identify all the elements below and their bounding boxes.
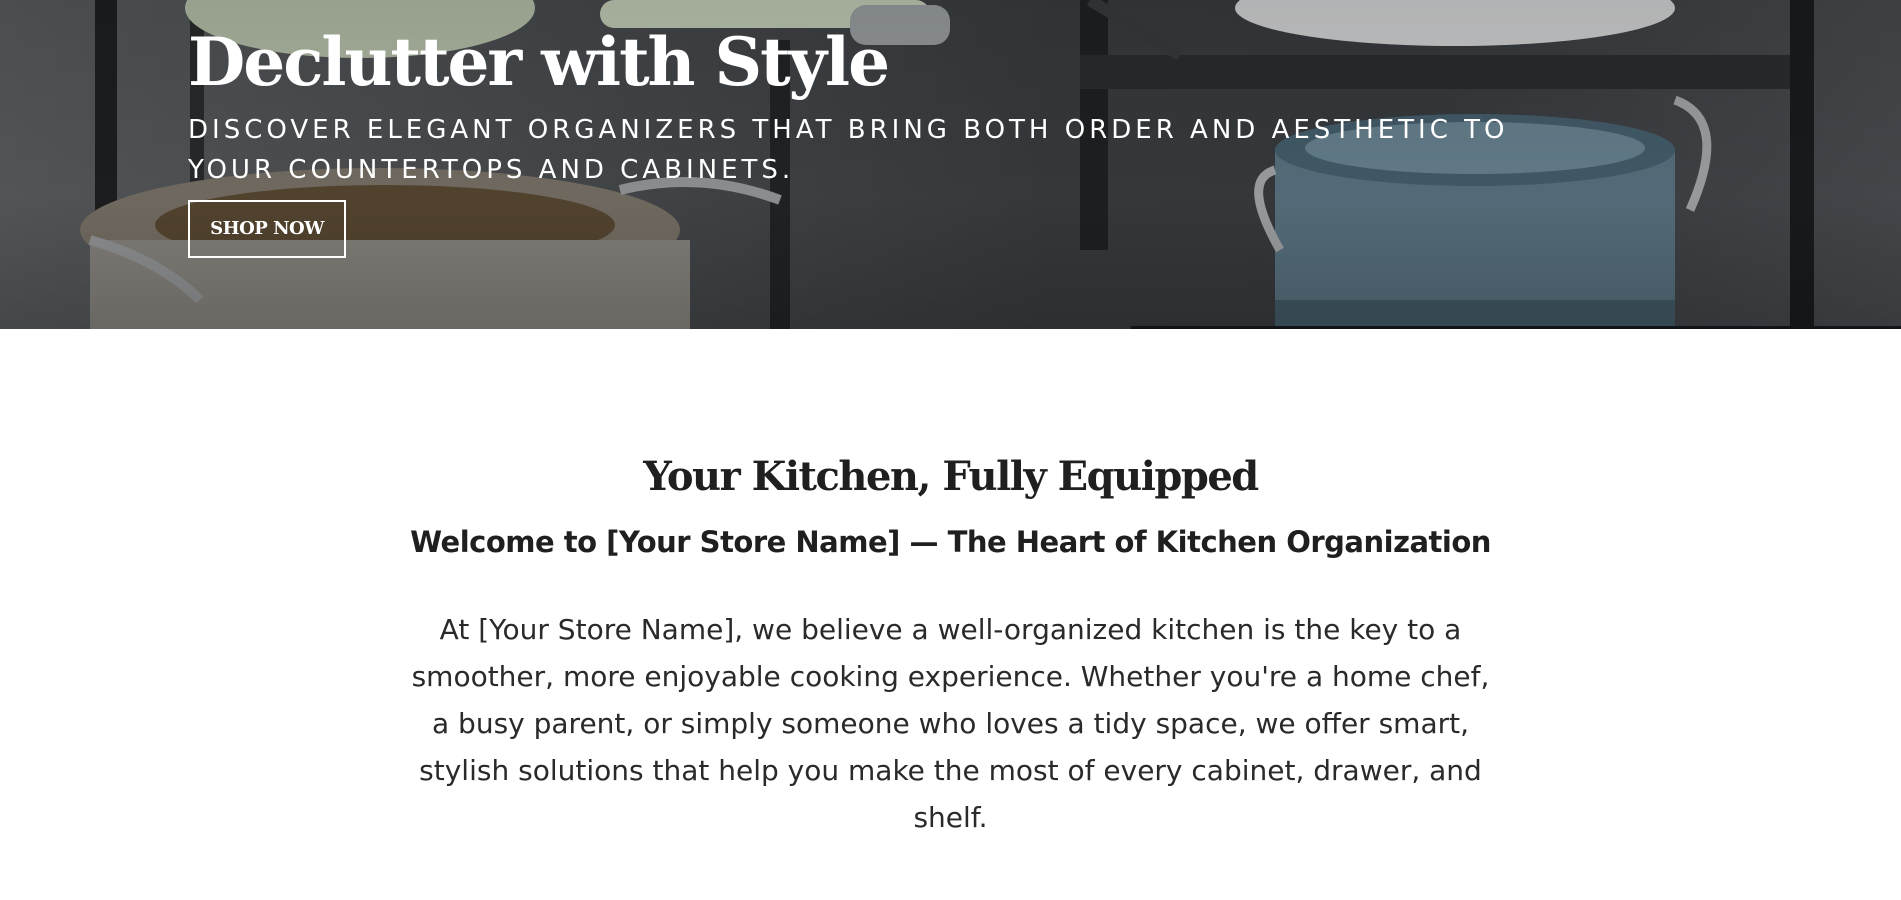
hero-title: Declutter with Style (188, 23, 890, 101)
shop-now-button[interactable]: SHOP NOW (188, 200, 346, 258)
section-title: Your Kitchen, Fully Equipped (643, 453, 1259, 500)
section-body-text: At [Your Store Name], we believe a well-… (411, 613, 1490, 834)
section-subtitle: Welcome to [Your Store Name] — The Heart… (410, 525, 1491, 559)
intro-section: Your Kitchen, Fully Equipped Welcome to … (0, 329, 1901, 900)
hero-banner: Declutter with Style Discover elegant or… (0, 0, 1901, 329)
hero-subtitle: Discover elegant organizers that bring b… (188, 115, 1509, 185)
hero-content: Declutter with Style Discover elegant or… (188, 22, 1588, 258)
